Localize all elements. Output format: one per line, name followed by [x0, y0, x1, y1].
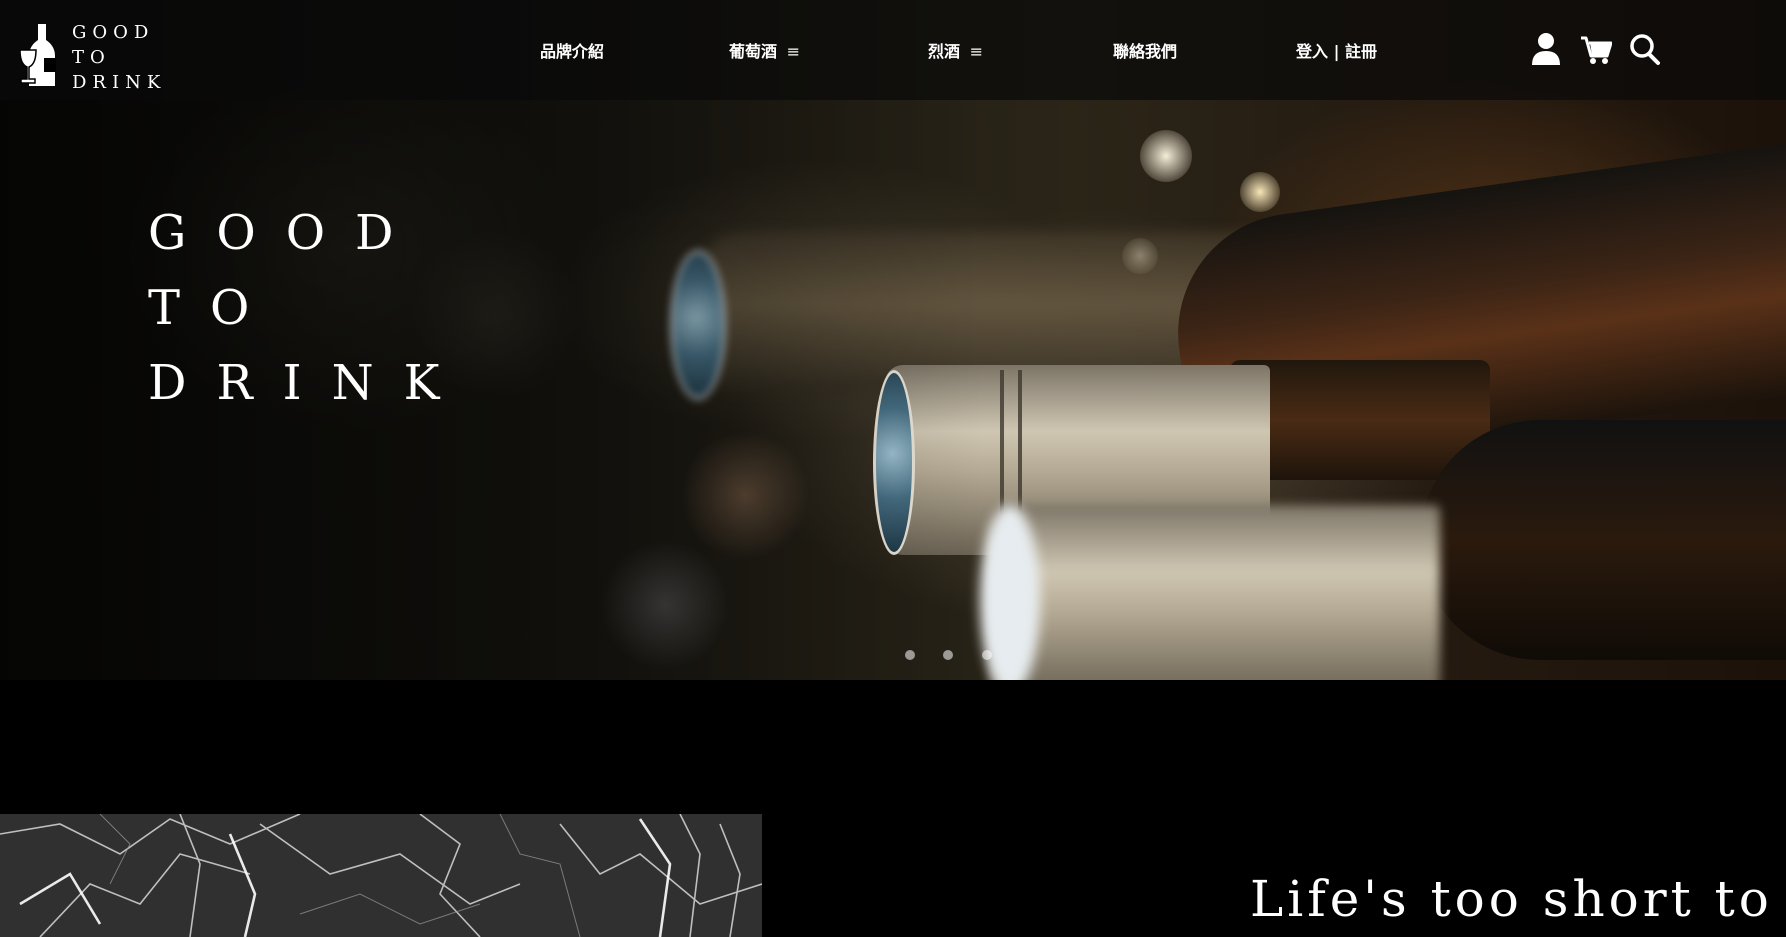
hero-title: GOOD TO DRINK — [148, 196, 469, 421]
logo-line: GOOD — [72, 22, 155, 43]
hero-title-line: DRINK — [148, 355, 470, 411]
nav-item-login-register[interactable]: 登入 | 註冊 — [1296, 38, 1377, 62]
marble-image — [0, 814, 762, 937]
carousel-dot[interactable] — [905, 650, 915, 660]
nav-item-label: 品牌介紹 — [540, 42, 605, 61]
hero-title-line: TO — [148, 280, 280, 336]
nav-item-spirits[interactable]: 烈酒 ≡ — [928, 38, 983, 62]
brand-logo-text: GOOD TO DRINK — [72, 20, 166, 95]
bottle-glass-logo-icon — [20, 24, 56, 86]
section-tagline: Life's too short to — [1250, 870, 1773, 928]
menu-icon: ≡ — [969, 42, 983, 61]
menu-icon: ≡ — [786, 42, 800, 61]
brand-logo[interactable]: GOOD TO DRINK — [20, 20, 170, 93]
nav-item-contact[interactable]: 聯絡我們 — [1113, 38, 1177, 62]
carousel-dot[interactable] — [943, 650, 953, 660]
user-icon[interactable] — [1530, 32, 1562, 66]
nav-item-label: 聯絡我們 — [1113, 42, 1178, 61]
logo-line: TO — [72, 47, 111, 68]
nav-item-wine[interactable]: 葡萄酒 ≡ — [729, 38, 800, 62]
hero-title-line: GOOD — [148, 205, 424, 261]
nav-item-label: 烈酒 — [928, 42, 961, 61]
cart-icon[interactable] — [1580, 32, 1613, 66]
search-icon[interactable] — [1629, 32, 1661, 66]
nav-item-brand-intro[interactable]: 品牌介紹 — [540, 38, 604, 62]
nav-item-label: 登入 | 註冊 — [1296, 42, 1377, 61]
carousel-dot[interactable] — [982, 650, 992, 660]
logo-line: DRINK — [72, 72, 167, 93]
nav-item-label: 葡萄酒 — [729, 42, 778, 61]
site-header: GOOD TO DRINK 品牌介紹 葡萄酒 ≡ 烈酒 ≡ 聯絡我們 登入 | … — [0, 0, 1786, 100]
